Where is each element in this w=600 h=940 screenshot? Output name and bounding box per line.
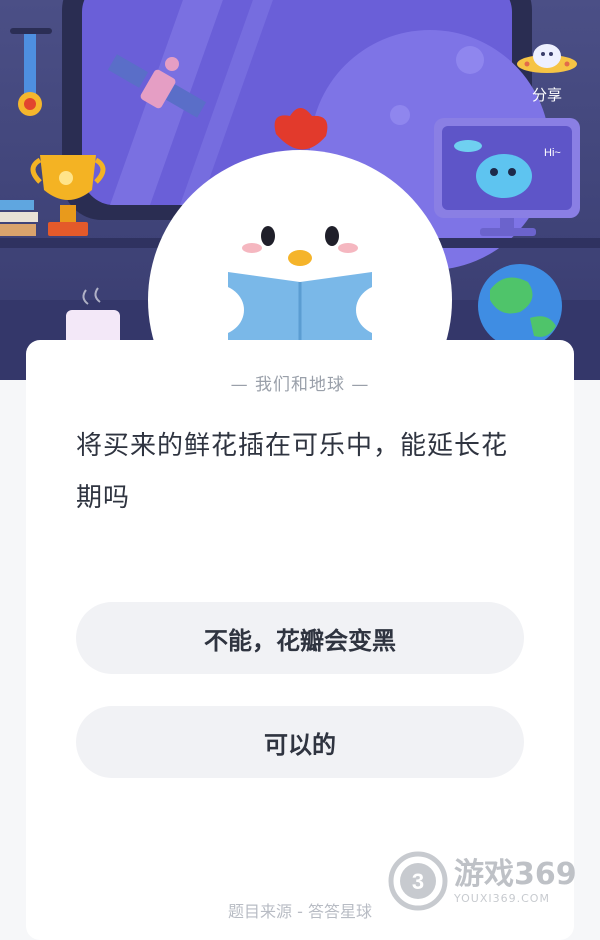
ufo-share-icon: [517, 44, 577, 73]
share-button[interactable]: 分享: [512, 36, 582, 105]
watermark-url: YOUXI369.COM: [454, 891, 550, 905]
question-category: — 我们和地球 —: [230, 375, 370, 395]
question-text: 将买来的鲜花插在可乐中，能延长花期吗: [76, 431, 509, 513]
share-label: 分享: [531, 86, 562, 104]
monitor-text: Hi~: [544, 147, 561, 159]
space-room-scene: Hi~: [0, 0, 600, 380]
site-watermark: 3 游戏369 YOUXI369.COM: [388, 846, 598, 916]
watermark-number: 3: [412, 869, 424, 894]
header-illustration: Hi~ 分享: [0, 0, 600, 380]
answer-option-2[interactable]: 可以的: [76, 706, 524, 778]
watermark-logo-icon: 3: [388, 851, 448, 911]
answer-option-1[interactable]: 不能，花瓣会变黑: [76, 602, 524, 674]
books-icon: [0, 200, 38, 236]
medal-icon: [10, 28, 52, 116]
watermark-title: 游戏369: [454, 856, 577, 892]
globe-icon: [478, 264, 562, 348]
